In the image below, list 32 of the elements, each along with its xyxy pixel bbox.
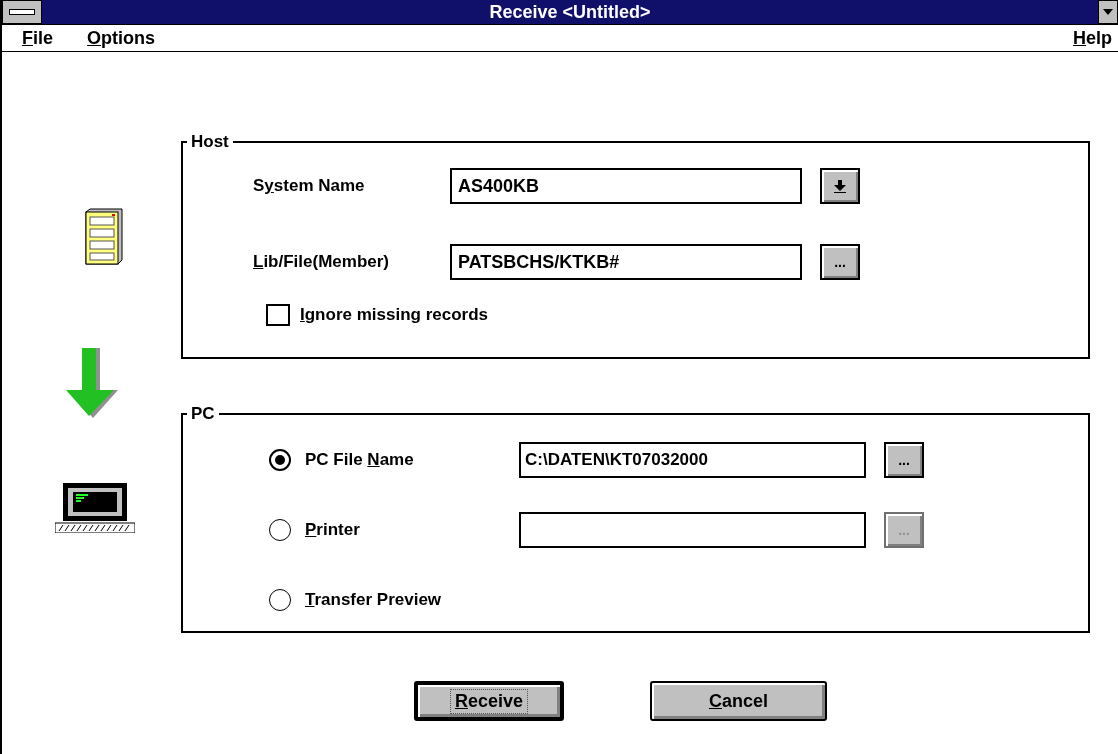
checkbox-label: Ignore missing records: [300, 305, 488, 325]
radio-button[interactable]: [269, 449, 291, 471]
minimize-button[interactable]: [1098, 0, 1118, 24]
computer-icon: [55, 483, 135, 533]
input-field[interactable]: PATSBCHS/KTKB#: [450, 244, 802, 280]
system-menu-button[interactable]: [2, 0, 42, 24]
menu-item[interactable]: Help: [1073, 27, 1112, 49]
input-field[interactable]: C:\DATEN\KT07032000: [519, 442, 866, 478]
checkbox[interactable]: [266, 304, 290, 326]
browse-button[interactable]: ...: [820, 244, 860, 280]
radio-label: Transfer Preview: [305, 590, 443, 610]
menu-item[interactable]: Options: [87, 27, 156, 49]
group-title: Host: [190, 132, 230, 152]
window-title: Receive <Untitled>: [488, 1, 652, 23]
down-arrow-icon: [834, 179, 846, 193]
input-field[interactable]: [519, 512, 866, 548]
dialog-button[interactable]: Cancel: [650, 681, 827, 721]
down-triangle-icon: [1103, 9, 1113, 15]
input-field[interactable]: AS400KB: [450, 168, 802, 204]
field-label: System Name: [252, 176, 366, 196]
browse-button[interactable]: ...: [884, 442, 924, 478]
radio-button[interactable]: [269, 519, 291, 541]
server-cabinet-icon: [82, 208, 124, 266]
group-title: PC: [190, 404, 216, 424]
dropdown-button[interactable]: [820, 168, 860, 204]
field-label: Lib/File(Member): [252, 252, 390, 272]
radio-label: PC File Name: [305, 450, 415, 470]
down-arrow-icon: [66, 348, 120, 418]
dialog-button[interactable]: Receive: [414, 681, 564, 721]
radio-button[interactable]: [269, 589, 291, 611]
radio-label: Printer: [305, 520, 361, 540]
menu-item[interactable]: File: [22, 27, 53, 49]
